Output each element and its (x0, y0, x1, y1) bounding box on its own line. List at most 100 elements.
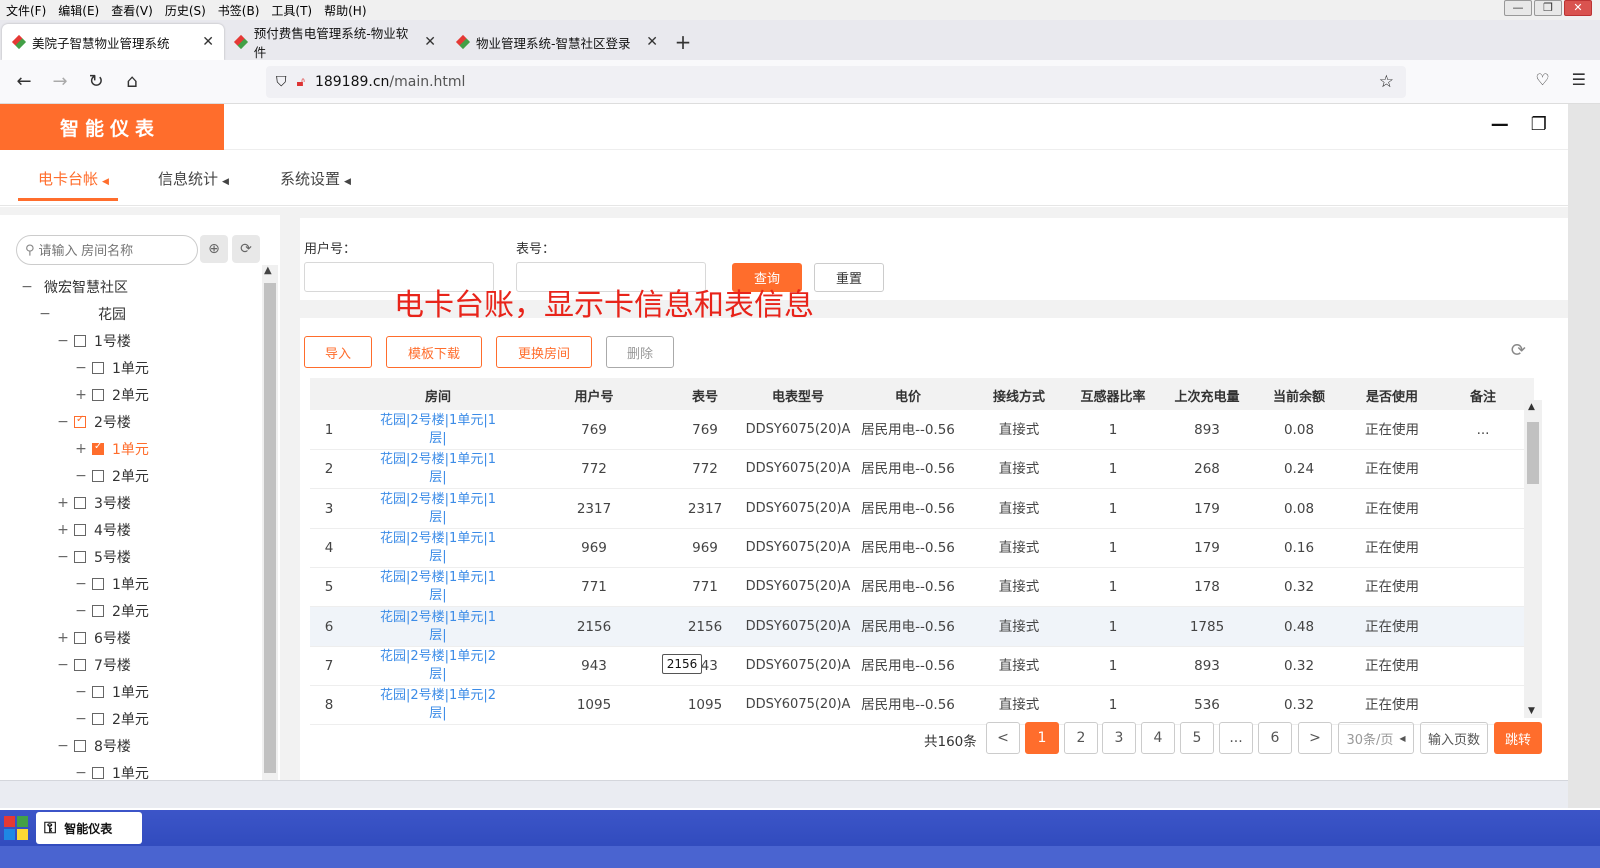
close-window-button[interactable]: ✕ (1564, 0, 1592, 16)
reset-button[interactable]: 重置 (814, 263, 884, 292)
menu-item[interactable]: 历史(S) (159, 2, 212, 19)
browser-tab-1[interactable]: 美院子智慧物业管理系统 ✕ (2, 24, 224, 60)
tree-scrollbar[interactable]: ▲ (262, 265, 278, 795)
collapse-icon[interactable]: − (74, 576, 88, 592)
tree-node-label[interactable]: 1单元 (112, 574, 149, 594)
pocket-icon[interactable]: ♡ (1535, 70, 1549, 89)
tree-node[interactable]: − 7号楼 (20, 651, 260, 678)
tree-node-label[interactable]: 1单元 (112, 439, 149, 459)
page-button[interactable]: 6 (1258, 722, 1292, 754)
zoom-search-button[interactable]: ⊕ (200, 235, 228, 263)
menu-item[interactable]: 编辑(E) (52, 2, 105, 19)
expand-icon[interactable]: + (74, 387, 88, 403)
expand-icon[interactable]: + (74, 441, 88, 457)
menu-item[interactable]: 工具(T) (265, 2, 318, 19)
tree-node[interactable]: − 2号楼 (20, 408, 260, 435)
tree-node[interactable]: − 微宏智慧社区 (20, 273, 260, 300)
table-scroll-thumb[interactable] (1527, 422, 1539, 484)
tree-checkbox[interactable] (92, 361, 104, 374)
table-row[interactable]: 4 花园|2号楼|1单元|1层| 969 969 DDSY6075(20)A 居民用电--… (310, 528, 1534, 568)
tree-checkbox[interactable] (92, 685, 104, 698)
expand-icon[interactable]: + (56, 630, 70, 646)
tree-checkbox[interactable] (92, 388, 104, 401)
bookmark-star-icon[interactable]: ☆ (1379, 72, 1394, 92)
home-icon[interactable]: ⌂ (114, 71, 150, 92)
tree-checkbox[interactable] (74, 739, 86, 752)
table-row[interactable]: 7 花园|2号楼|1单元|2层| 943 943 DDSY6075(20)A 居民用电--… (310, 646, 1534, 686)
tree-checkbox[interactable] (74, 631, 86, 644)
page-size-select[interactable]: 30条/页 ◀ (1338, 722, 1414, 754)
cell-room[interactable]: 花园|2号楼|1单元|1层| (373, 607, 503, 647)
tree-checkbox[interactable] (74, 414, 86, 428)
tree-node-label[interactable]: 1单元 (112, 682, 149, 702)
collapse-icon[interactable]: − (38, 306, 52, 322)
tree-node-label[interactable]: 2单元 (112, 601, 149, 621)
tree-checkbox[interactable] (74, 550, 86, 563)
tree-node-label[interactable]: 4号楼 (94, 520, 131, 540)
menu-item[interactable]: 书签(B) (212, 2, 266, 19)
tree-node-label[interactable]: 2单元 (112, 466, 149, 486)
nav-item-card-ledger[interactable]: 电卡台帐 ◀ (38, 168, 109, 189)
cell-room[interactable]: 花园|2号楼|1单元|1层| (373, 410, 503, 450)
scroll-up-icon[interactable]: ▲ (264, 265, 272, 276)
tree-checkbox[interactable] (92, 604, 104, 617)
tree-node[interactable]: − 1单元 (20, 570, 260, 597)
tree-node[interactable]: − 2单元 (20, 597, 260, 624)
table-row[interactable]: 8 花园|2号楼|1单元|2层| 1095 1095 DDSY6075(20)A 居民用电… (310, 685, 1534, 726)
close-tab-icon[interactable]: ✕ (424, 34, 436, 50)
table-row[interactable]: 3 花园|2号楼|1单元|1层| 2317 2317 DDSY6075(20)A 居民用电… (310, 489, 1534, 529)
cell-room[interactable]: 花园|2号楼|1单元|1层| (373, 567, 503, 607)
tree-checkbox[interactable] (74, 496, 86, 509)
table-row[interactable]: 2 花园|2号楼|1单元|1层| 772 772 DDSY6075(20)A 居民用电--… (310, 449, 1534, 490)
reload-icon[interactable]: ↻ (78, 71, 114, 92)
menu-item[interactable]: 帮助(H) (318, 2, 372, 19)
collapse-icon[interactable]: − (20, 279, 34, 295)
minimize-window-button[interactable]: — (1504, 0, 1532, 16)
expand-icon[interactable]: + (56, 522, 70, 538)
tree-node[interactable]: − 1单元 (20, 678, 260, 705)
tree-node-label[interactable]: 8号楼 (94, 736, 131, 756)
tree-checkbox[interactable] (74, 658, 86, 671)
forward-arrow-icon[interactable]: → (42, 71, 78, 92)
change-room-button[interactable]: 更换房间 (496, 336, 592, 368)
tree-node-label[interactable]: 2号楼 (94, 412, 131, 432)
next-page-button[interactable]: > (1298, 722, 1332, 754)
collapse-icon[interactable]: − (74, 603, 88, 619)
tree-node[interactable]: +1单元 (20, 435, 260, 462)
tree-node[interactable]: − 2单元 (20, 705, 260, 732)
browser-tab-2[interactable]: 预付费售电管理系统-物业软件 ✕ (224, 24, 446, 60)
tree-checkbox[interactable] (74, 523, 86, 536)
tree-checkbox[interactable] (92, 577, 104, 590)
tree-node-label[interactable]: 微宏智慧社区 (44, 277, 128, 297)
scroll-down-icon[interactable]: ▼ (1528, 706, 1535, 716)
collapse-icon[interactable]: − (56, 657, 70, 673)
cell-room[interactable]: 花园|2号楼|1单元|1层| (373, 489, 503, 529)
collapse-icon[interactable]: − (74, 765, 88, 781)
restore-window-button[interactable]: ❐ (1534, 0, 1562, 16)
maximize-icon[interactable]: ❐ (1531, 114, 1547, 135)
prev-page-button[interactable]: < (986, 722, 1020, 754)
tree-node[interactable]: − 5号楼 (20, 543, 260, 570)
page-button[interactable]: 3 (1102, 722, 1136, 754)
tree-node-label[interactable]: 7号楼 (94, 655, 131, 675)
tree-scroll-thumb[interactable] (264, 283, 276, 773)
cell-room[interactable]: 花园|2号楼|1单元|1层| (373, 449, 503, 489)
tree-node-label[interactable]: 2单元 (112, 385, 149, 405)
tree-node[interactable]: +4号楼 (20, 516, 260, 543)
tree-node-label[interactable]: 2单元 (112, 709, 149, 729)
shield-icon[interactable]: ⛉ (276, 74, 287, 90)
collapse-icon[interactable]: − (56, 738, 70, 754)
template-download-button[interactable]: 模板下载 (386, 336, 482, 368)
tree-node[interactable]: − 2单元 (20, 462, 260, 489)
collapse-icon[interactable]: − (74, 684, 88, 700)
menu-item[interactable]: 文件(F) (0, 2, 52, 19)
menu-item[interactable]: 查看(V) (105, 2, 159, 19)
tree-node-label[interactable]: 1号楼 (94, 331, 131, 351)
insecure-lock-icon[interactable]: 🔓︎ (297, 75, 305, 90)
table-scrollbar[interactable]: ▲ ▼ (1524, 400, 1542, 718)
tree-checkbox[interactable] (92, 712, 104, 725)
taskbar-app-item[interactable]: ⚿ 智能仪表 (36, 812, 142, 844)
page-number-input[interactable]: 输入页数 (1420, 722, 1488, 754)
app-menu-icon[interactable]: ☰ (1572, 70, 1586, 89)
collapse-icon[interactable]: − (56, 549, 70, 565)
